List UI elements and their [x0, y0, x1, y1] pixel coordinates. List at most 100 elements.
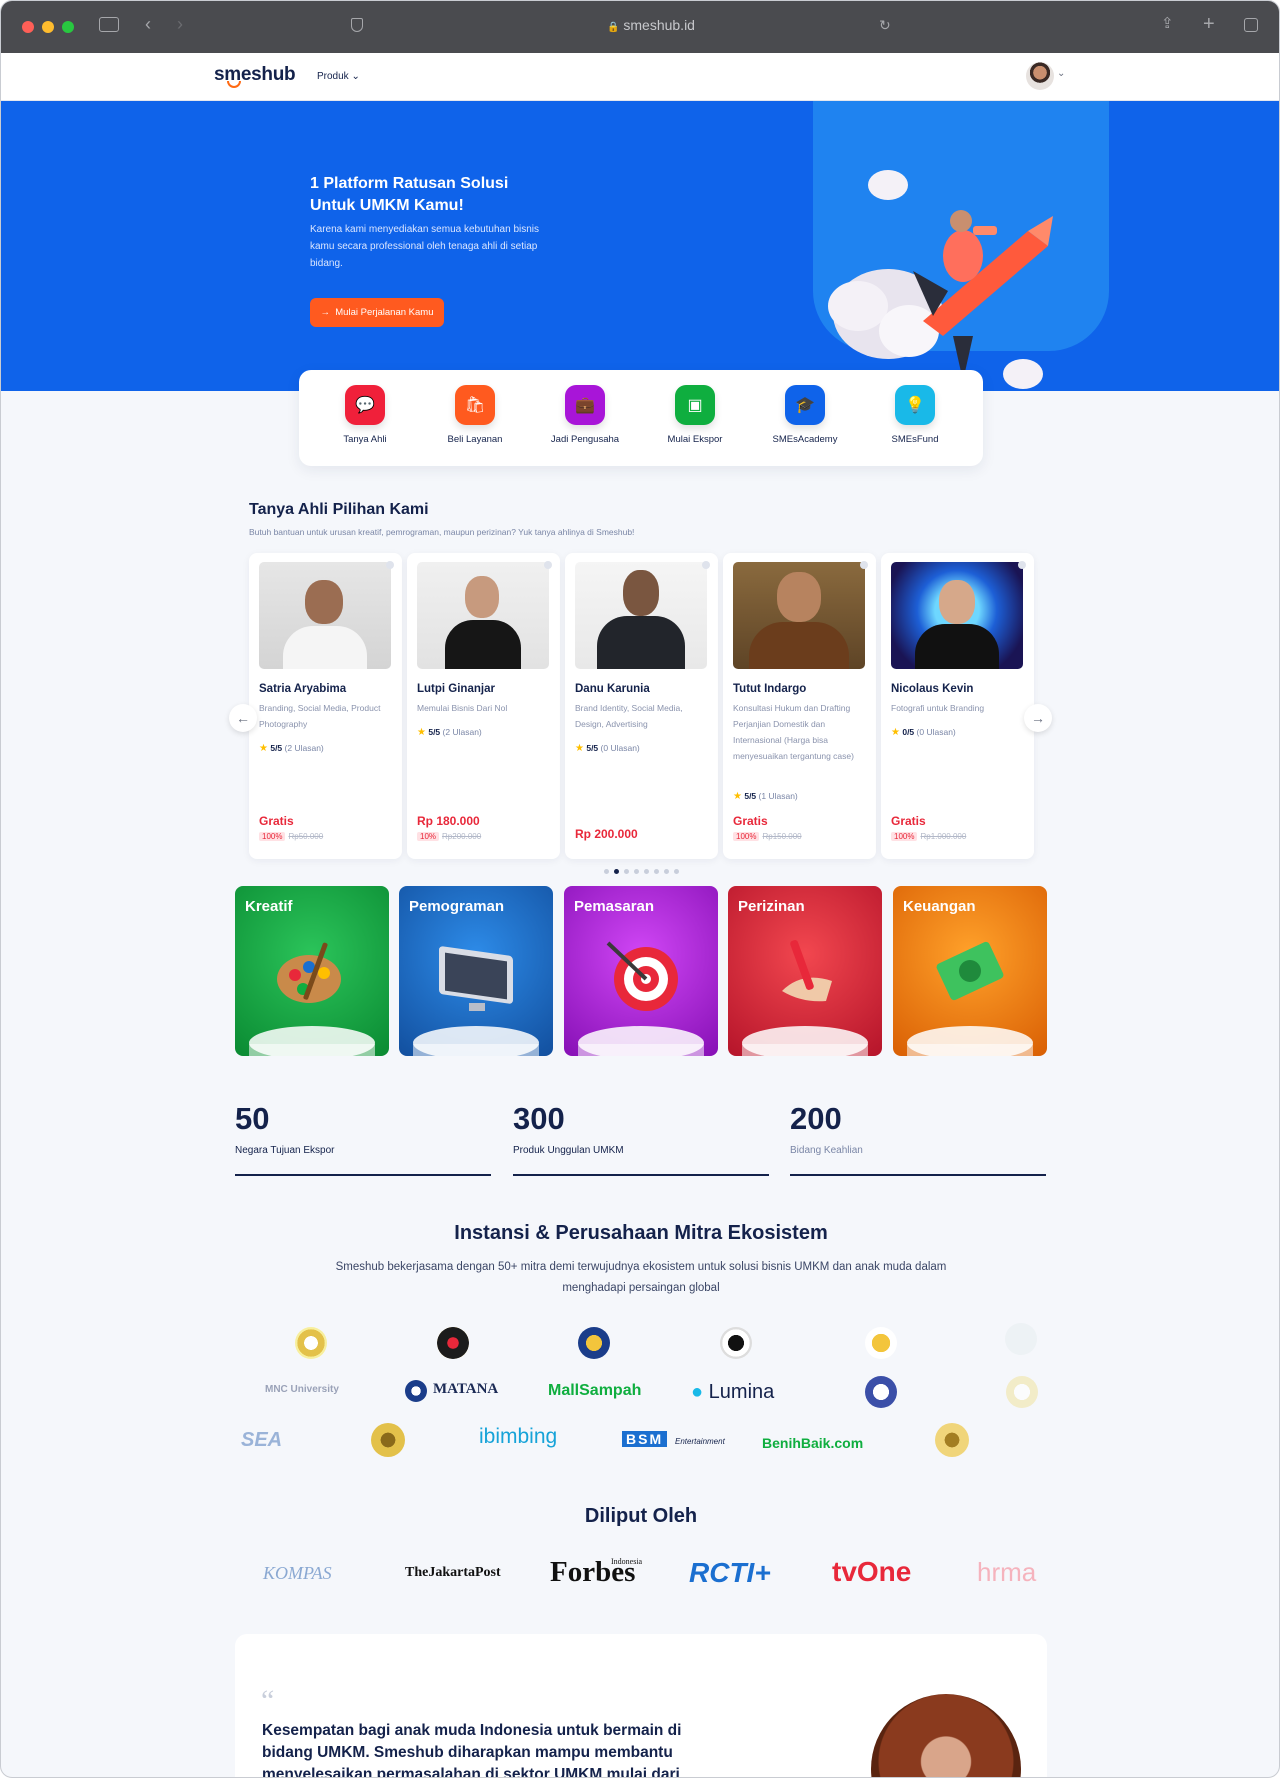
expert-card[interactable]: Tutut Indargo Konsultasi Hukum dan Draft…: [723, 553, 876, 859]
press-logo-jakartapost: TheJakartaPost: [405, 1565, 501, 1580]
press-title: Diliput Oleh: [584, 1505, 698, 1527]
expert-rating: ★ 0/5 (0 Ulasan): [891, 727, 956, 738]
pedestal: [907, 1026, 1033, 1056]
testimonial-card: “ Kesempatan bagi anak muda Indonesia un…: [235, 1634, 1047, 1778]
service-label: SMEsFund: [891, 434, 939, 445]
partners-subtitle: Smeshub bekerjasama dengan 50+ mitra dem…: [335, 1261, 947, 1294]
stat-value: 300: [513, 1101, 565, 1136]
service-smesacademy[interactable]: 🎓 SMEsAcademy: [755, 385, 855, 445]
university-seal-icon: [295, 1327, 327, 1359]
lightbulb-icon: 💡: [895, 385, 935, 425]
pagination-dot[interactable]: [604, 869, 609, 874]
pagination-dot[interactable]: [664, 869, 669, 874]
shopping-bag-icon: 🛍: [455, 385, 495, 425]
star-icon: ★: [575, 743, 584, 754]
quote-icon: “: [261, 1684, 275, 1717]
pedestal: [413, 1026, 539, 1056]
reload-icon[interactable]: ↻: [879, 18, 891, 32]
produk-label: Produk: [317, 71, 349, 82]
category-label: Perizinan: [738, 898, 805, 915]
category-pemograman[interactable]: Pemograman: [399, 886, 553, 1056]
start-journey-button[interactable]: → Mulai Perjalanan Kamu: [310, 298, 444, 327]
browser-window: ‹ › 🔒 smeshub.id ↻ ⇪ + smeshub Produk ⌄ …: [0, 0, 1280, 1778]
hero-title: 1 Platform Ratusan Solusi Untuk UMKM Kam…: [310, 175, 509, 214]
testimonial-avatar: [871, 1694, 1021, 1777]
expert-rating: ★ 5/5 (2 Ulasan): [259, 743, 324, 754]
url-text: smeshub.id: [623, 17, 695, 33]
pagination-dot[interactable]: [644, 869, 649, 874]
expert-name: Satria Aryabima: [259, 683, 347, 695]
service-smesfund[interactable]: 💡 SMEsFund: [865, 385, 965, 445]
institute-seal-icon: [1006, 1376, 1038, 1408]
close-window-button[interactable]: [22, 21, 34, 33]
category-keuangan[interactable]: Keuangan: [893, 886, 1047, 1056]
service-label: SMEsAcademy: [772, 434, 838, 445]
star-icon: ★: [733, 791, 742, 802]
category-label: Pemograman: [409, 898, 505, 915]
shield-icon[interactable]: [351, 18, 363, 32]
press-logo-forbes-edition: Indonesia: [611, 1557, 643, 1566]
expert-card[interactable]: Satria Aryabima Branding, Social Media, …: [249, 553, 402, 859]
stat-label: Produk Unggulan UMKM: [513, 1145, 624, 1156]
pagination-dot[interactable]: [674, 869, 679, 874]
stat-label: Negara Tujuan Ekspor: [235, 1145, 335, 1156]
partners-title: Instansi & Perusahaan Mitra Ekosistem: [454, 1222, 828, 1244]
service-shortcuts: 💬 Tanya Ahli 🛍 Beli Layanan 💼 Jadi Pengu…: [299, 370, 983, 466]
pedestal: [249, 1026, 375, 1056]
forward-icon[interactable]: ›: [177, 15, 183, 33]
press-logo-tvone: tvOne: [832, 1556, 912, 1587]
expert-card[interactable]: Lutpi Ginanjar Memulai Bisnis Dari Nol ★…: [407, 553, 560, 859]
avatar[interactable]: [1026, 62, 1054, 90]
pagination-dot[interactable]: [614, 869, 619, 874]
bookmark-icon[interactable]: [544, 561, 552, 569]
back-icon[interactable]: ‹: [145, 15, 151, 33]
expert-name: Tutut Indargo: [733, 683, 807, 695]
service-tanya-ahli[interactable]: 💬 Tanya Ahli: [315, 385, 415, 445]
expert-old-price: 100% Rp1.000.000: [891, 832, 966, 841]
pagination-dot[interactable]: [654, 869, 659, 874]
carousel-prev-button[interactable]: ←: [229, 704, 257, 732]
category-kreatif[interactable]: Kreatif: [235, 886, 389, 1056]
category-pemasaran[interactable]: Pemasaran: [564, 886, 718, 1056]
service-mulai-ekspor[interactable]: ▣ Mulai Ekspor: [645, 385, 745, 445]
service-jadi-pengusaha[interactable]: 💼 Jadi Pengusaha: [535, 385, 635, 445]
bookmark-icon[interactable]: [860, 561, 868, 569]
testimonial-quote: Kesempatan bagi anak muda Indonesia untu…: [262, 1722, 682, 1778]
tab-overview-icon[interactable]: [1244, 18, 1258, 32]
maximize-window-button[interactable]: [62, 21, 74, 33]
expert-price: Gratis: [733, 814, 768, 828]
bookmark-icon[interactable]: [1018, 561, 1026, 569]
expert-old-price: 100% Rp50.000: [259, 832, 323, 841]
partner-logo-lumina: ● Lumina: [691, 1381, 775, 1403]
share-icon[interactable]: ⇪: [1161, 16, 1174, 31]
smeshub-logo[interactable]: smeshub: [214, 64, 296, 86]
expert-price: Rp 180.000: [417, 814, 480, 828]
star-icon: ★: [259, 743, 268, 754]
logo-smile-icon: [227, 81, 241, 88]
stat-value: 50: [235, 1101, 270, 1136]
sidebar-icon[interactable]: [99, 17, 119, 32]
expert-name: Lutpi Ginanjar: [417, 683, 495, 695]
produk-menu[interactable]: Produk ⌄: [317, 71, 360, 82]
expert-card[interactable]: Danu Karunia Brand Identity, Social Medi…: [565, 553, 718, 859]
chevron-down-icon[interactable]: ⌄: [1057, 68, 1065, 79]
bookmark-icon[interactable]: [386, 561, 394, 569]
stat-products: 300 Produk Unggulan UMKM: [513, 1101, 769, 1176]
expert-price: Gratis: [891, 814, 926, 828]
category-perizinan[interactable]: Perizinan: [728, 886, 882, 1056]
emblem-icon: [935, 1423, 969, 1457]
experts-subtitle: Butuh bantuan untuk urusan kreatif, pemr…: [249, 527, 635, 537]
partner-logo-mnc: MNC University: [265, 1384, 339, 1395]
address-bar[interactable]: 🔒 smeshub.id: [591, 17, 711, 33]
pagination-dot[interactable]: [624, 869, 629, 874]
carousel-next-button[interactable]: →: [1024, 704, 1052, 732]
press-logo-rcti: RCTI+: [689, 1557, 771, 1588]
bookmark-icon[interactable]: [702, 561, 710, 569]
service-beli-layanan[interactable]: 🛍 Beli Layanan: [425, 385, 525, 445]
university-seal-icon: [720, 1327, 752, 1359]
new-tab-icon[interactable]: +: [1203, 14, 1215, 34]
minimize-window-button[interactable]: [42, 21, 54, 33]
expert-old-price: 100% Rp150.000: [733, 832, 802, 841]
pagination-dot[interactable]: [634, 869, 639, 874]
expert-card[interactable]: Nicolaus Kevin Fotografi untuk Branding …: [881, 553, 1034, 859]
